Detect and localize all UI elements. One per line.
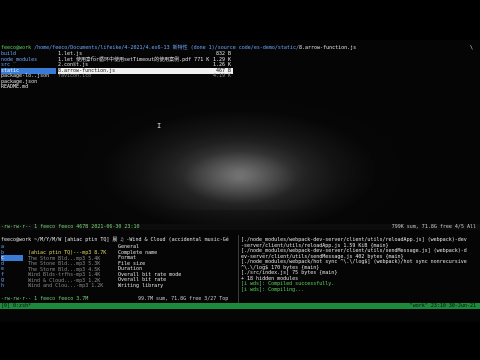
pane-divider[interactable]	[238, 235, 239, 307]
media-info-field: Writing library	[118, 282, 164, 289]
file-entry-pdf[interactable]: for循环中使用setTimeout的使用案例.pdf 771 K	[90, 57, 210, 63]
music-file-status: -rw-rw-r-- 1 feeco feeco 3.7M	[1, 296, 89, 302]
file-entry[interactable]: README.md	[1, 84, 56, 90]
file-size: 4.19 K	[212, 73, 231, 79]
mouse-cursor-icon: I	[157, 122, 161, 130]
disk-usage: 799K sum, 71.8G free 4/5 All	[391, 224, 476, 230]
tmux-window-list[interactable]: [0] 0:zsh*	[1, 303, 31, 309]
terminal-screen: feeco@work /home/feeco/Documents/lifeike…	[0, 40, 480, 322]
music-path-line: feeco@work ~/M/Y/M/W [ahiac ptin TQ] 晨 ♫…	[1, 237, 229, 243]
music-file-entry[interactable]: Wind and Clou...-mp3 1.2K	[28, 283, 116, 289]
music-header: feeco@work ~/M/Y/M/W [ahiac ptin TQ] 晨 ♫…	[1, 237, 229, 243]
current-file: 8.arrow-function.js	[298, 45, 357, 51]
file-permissions: -rw-rw-r-- 1 feeco feeco 467B 2021-06-30…	[1, 224, 140, 230]
background-wallpaper-highlight	[140, 130, 340, 210]
tmux-session-info: "work" 23:10 30-Jun-21	[409, 303, 476, 309]
file-entry[interactable]: favicon.ico 4.19 K	[58, 73, 233, 79]
backslash-mark: \	[470, 45, 474, 51]
file-name: favicon.ico	[58, 73, 92, 79]
file-status-bar: -rw-rw-r-- 1 feeco feeco 467B 2021-06-30…	[0, 224, 480, 230]
music-disk-usage: 99.7M sum, 71.8G free 3/27 Top	[138, 296, 229, 302]
webpack-log-line: [i wds]: Compiling...	[241, 286, 305, 293]
tmux-status-bar: [0] 0:zsh* "work" 23:10 30-Jun-21	[0, 303, 480, 309]
music-dir-entry[interactable]: h	[1, 283, 23, 289]
